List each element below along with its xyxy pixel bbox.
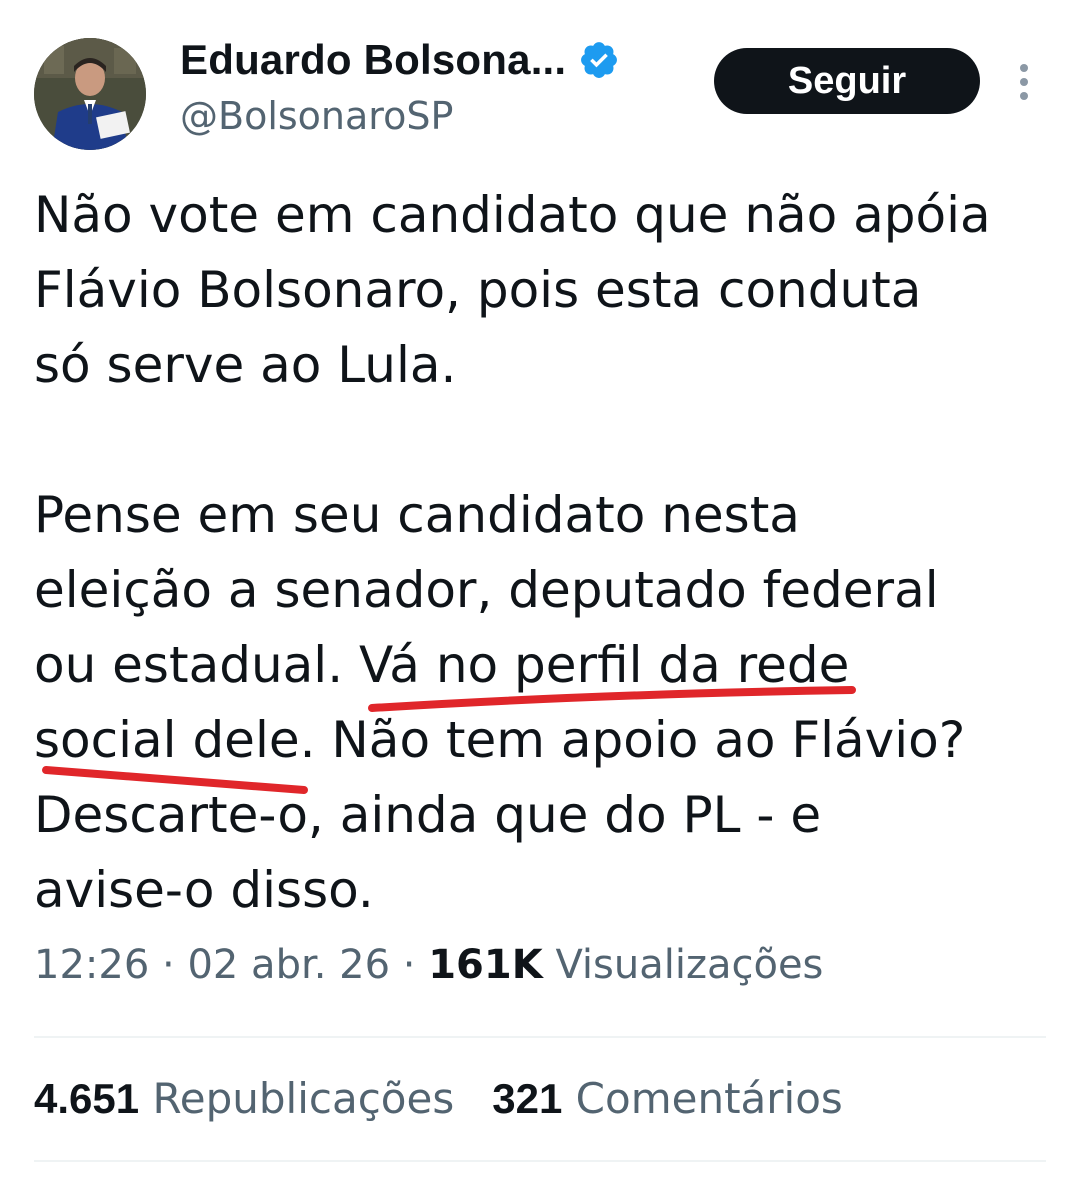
reposts-label: Republicações [152, 1074, 455, 1123]
tweet-text: Não vote em candidato que não apóia Fláv… [34, 178, 1054, 928]
comments-stat[interactable]: 321 Comentários [492, 1074, 843, 1123]
vertical-ellipsis-icon[interactable] [1010, 60, 1038, 104]
tweet-time[interactable]: 12:26 [34, 942, 149, 988]
tweet-stats: 4.651 Republicações 321 Comentários [34, 1074, 843, 1123]
divider [34, 1036, 1046, 1038]
verified-badge-icon [581, 42, 618, 78]
meta-separator: · [402, 942, 429, 988]
tweet-meta: 12:26 · 02 abr. 26 · 161K Visualizações [34, 942, 823, 988]
follow-button[interactable]: Seguir [714, 48, 980, 114]
comments-label: Comentários [575, 1074, 843, 1123]
profile-photo-icon [34, 38, 146, 150]
tweet-date[interactable]: 02 abr. 26 [187, 942, 390, 988]
reposts-stat[interactable]: 4.651 Republicações [34, 1074, 454, 1123]
tweet-text-part1: Não vote em candidato que não apóia Fláv… [34, 186, 991, 694]
reposts-count: 4.651 [34, 1075, 140, 1122]
divider [34, 1160, 1046, 1162]
author-display-name[interactable]: Eduardo Bolsona... [180, 36, 566, 84]
views-label: Visualizações [555, 942, 824, 988]
comments-count: 321 [492, 1075, 563, 1122]
author-name-row[interactable]: Eduardo Bolsona... [180, 36, 620, 84]
views-count: 161K [428, 942, 543, 988]
meta-separator: · [162, 942, 188, 988]
avatar[interactable] [34, 38, 146, 150]
author-handle[interactable]: @BolsonaroSP [180, 94, 453, 138]
